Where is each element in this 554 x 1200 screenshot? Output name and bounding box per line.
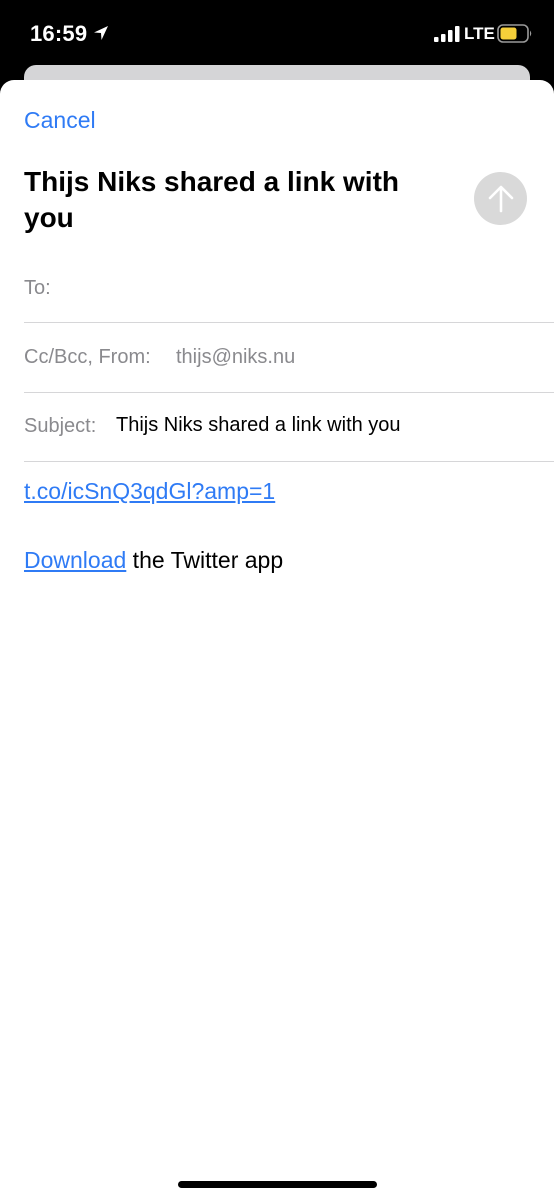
screen: 16:59 LTE Cancel Thijs Niks shared a lin… — [0, 0, 554, 1200]
compose-title: Thijs Niks shared a link with you — [24, 166, 399, 233]
cellular-signal-icon — [434, 26, 460, 42]
subject-field[interactable]: Subject: Thijs Niks shared a link with y… — [24, 393, 554, 462]
download-suffix: the Twitter app — [126, 547, 284, 573]
location-arrow-icon — [94, 26, 108, 40]
cc-bcc-from-field[interactable]: Cc/Bcc, From: thijs@niks.nu — [24, 324, 554, 393]
mail-compose-sheet: Cancel Thijs Niks shared a link with you… — [0, 80, 554, 1200]
to-field[interactable]: To: — [24, 254, 554, 323]
download-link[interactable]: Download — [24, 547, 126, 573]
from-value: thijs@niks.nu — [176, 346, 296, 368]
network-type: LTE — [464, 24, 495, 43]
send-button[interactable] — [474, 172, 527, 225]
cc-from-label: Cc/Bcc, From: — [24, 346, 151, 368]
battery-icon — [497, 24, 532, 43]
home-indicator[interactable] — [178, 1181, 377, 1188]
subject-label: Subject: — [24, 415, 97, 437]
status-bar: 16:59 LTE — [0, 0, 554, 64]
shared-link[interactable]: t.co/icSnQ3qdGl?amp=1 — [24, 478, 275, 505]
status-time: 16:59 — [30, 21, 88, 46]
arrow-up-icon — [488, 185, 514, 213]
subject-value[interactable]: Thijs Niks shared a link with you — [116, 414, 401, 437]
to-label: To: — [24, 277, 51, 299]
cancel-button[interactable]: Cancel — [24, 107, 96, 134]
download-line: Download the Twitter app — [24, 547, 283, 574]
